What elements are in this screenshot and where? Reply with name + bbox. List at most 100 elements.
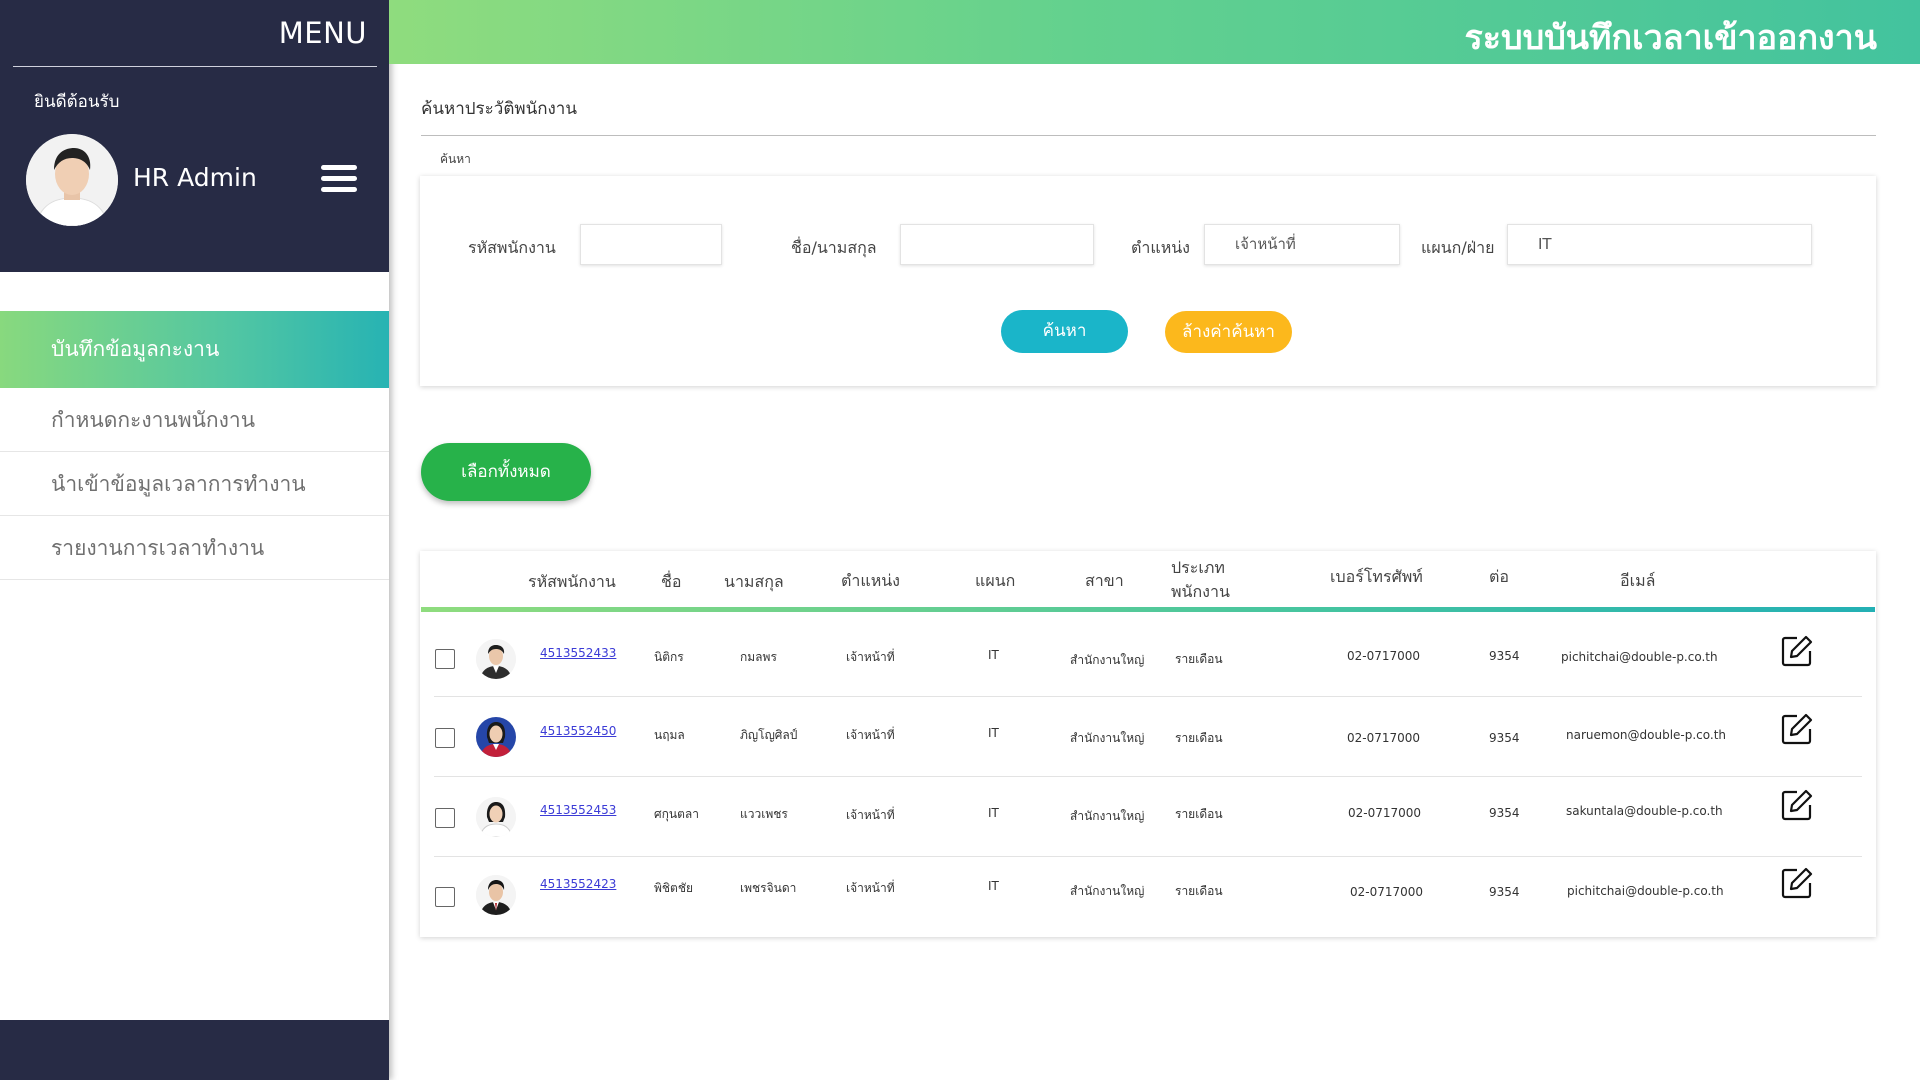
th-ext: ต่อ (1489, 567, 1509, 586)
app-title: ระบบบันทึกเวลาเข้าออกงาน (1464, 18, 1877, 58)
cell-position: เจ้าหน้าที่ (846, 728, 895, 742)
th-type-line1: ประเภท (1171, 558, 1225, 577)
th-position: ตำแหน่ง (841, 571, 900, 590)
cell-position: เจ้าหน้าที่ (846, 650, 895, 664)
cell-email: sakuntala@double-p.co.th (1566, 804, 1723, 818)
table-row: 4513552450 นฤมล ภิญโญศิลป์ เจ้าหน้าที่ I… (420, 697, 1876, 777)
man-icon (476, 875, 516, 915)
employee-code-input[interactable] (580, 224, 722, 265)
table-row: 4513552423 พิชิตชัย เพชรจินดา เจ้าหน้าที… (420, 857, 1876, 937)
woman-icon (476, 717, 516, 757)
row-checkbox[interactable] (435, 808, 455, 828)
select-all-button[interactable]: เลือกทั้งหมด (421, 443, 591, 501)
search-panel: รหัสพนักงาน ชื่อ/นามสกุล ตำแหน่ง เจ้าหน้… (420, 176, 1876, 386)
cell-branch: สำนักงานใหญ่ (1070, 809, 1145, 823)
welcome-text: ยินดีต้อนรับ (34, 92, 120, 112)
hamburger-menu-icon[interactable] (321, 165, 357, 193)
employee-code-link[interactable]: 4513552433 (540, 646, 616, 660)
cell-phone: 02-0717000 (1348, 806, 1422, 820)
sidebar-nav: บันทึกข้อมูลกะงาน กำหนดกะงานพนักงาน นำเข… (0, 311, 389, 580)
cell-email: pichitchai@double-p.co.th (1561, 650, 1718, 664)
department-input[interactable]: IT (1507, 224, 1812, 265)
cell-last-name: แววเพชร (740, 807, 788, 821)
edit-icon[interactable] (1780, 712, 1814, 746)
cell-type: รายเดือน (1175, 652, 1223, 666)
table-header: รหัสพนักงาน ชื่อ นามสกุล ตำแหน่ง แผนก สา… (420, 551, 1876, 607)
woman-icon (476, 797, 516, 837)
clear-search-button[interactable]: ล้างค่าค้นหา (1165, 311, 1292, 353)
employee-table: รหัสพนักงาน ชื่อ นามสกุล ตำแหน่ง แผนก สา… (420, 551, 1876, 937)
cell-branch: สำนักงานใหญ่ (1070, 653, 1145, 667)
menu-title: MENU (278, 16, 367, 50)
th-code: รหัสพนักงาน (528, 572, 616, 591)
sidebar-item-assign-shift[interactable]: กำหนดกะงานพนักงาน (0, 388, 389, 452)
row-checkbox[interactable] (435, 728, 455, 748)
cell-department: IT (988, 726, 999, 740)
cell-department: IT (988, 806, 999, 820)
sidebar-item-time-report[interactable]: รายงานการเวลาทำงาน (0, 516, 389, 580)
table-row: 4513552433 นิติกร กมลพร เจ้าหน้าที่ IT ส… (420, 617, 1876, 697)
employee-code-label: รหัสพนักงาน (468, 238, 556, 257)
name-input[interactable] (900, 224, 1094, 265)
title-divider (421, 135, 1876, 136)
sidebar-profile-panel: MENU ยินดีต้อนรับ HR Admin (0, 0, 389, 272)
cell-first-name: ศกุนตลา (654, 807, 699, 821)
search-button[interactable]: ค้นหา (1001, 310, 1128, 353)
page-title: ค้นหาประวัติพนักงาน (421, 99, 577, 119)
th-department: แผนก (975, 571, 1016, 590)
cell-email: pichitchai@double-p.co.th (1567, 884, 1724, 898)
cell-phone: 02-0717000 (1347, 731, 1421, 745)
name-label: ชื่อ/นามสกุล (791, 238, 877, 257)
cell-type: รายเดือน (1175, 731, 1223, 745)
edit-icon[interactable] (1780, 634, 1814, 668)
cell-type: รายเดือน (1175, 807, 1223, 821)
employee-code-link[interactable]: 4513552423 (540, 877, 616, 891)
edit-icon[interactable] (1780, 788, 1814, 822)
sidebar-item-import-time[interactable]: นำเข้าข้อมูลเวลาการทำงาน (0, 452, 389, 516)
man-icon (476, 639, 516, 679)
sidebar: MENU ยินดีต้อนรับ HR Admin บันทึกข้อมูลก… (0, 0, 389, 1080)
sidebar-item-shift-record[interactable]: บันทึกข้อมูลกะงาน (0, 311, 389, 388)
cell-ext: 9354 (1489, 649, 1520, 663)
employee-code-link[interactable]: 4513552453 (540, 803, 616, 817)
row-checkbox[interactable] (435, 887, 455, 907)
user-name: HR Admin (133, 163, 257, 192)
cell-phone: 02-0717000 (1350, 885, 1424, 899)
cell-last-name: กมลพร (740, 650, 777, 664)
position-label: ตำแหน่ง (1131, 238, 1190, 257)
position-input[interactable]: เจ้าหน้าที่ (1204, 224, 1400, 265)
edit-icon[interactable] (1780, 866, 1814, 900)
sidebar-footer (0, 1020, 389, 1080)
cell-phone: 02-0717000 (1347, 649, 1421, 663)
cell-position: เจ้าหน้าที่ (846, 808, 895, 822)
th-phone: เบอร์โทรศัพท์ (1330, 567, 1423, 586)
cell-email: naruemon@double-p.co.th (1566, 728, 1727, 742)
menu-divider (13, 66, 377, 67)
th-first-name: ชื่อ (661, 572, 682, 591)
cell-last-name: ภิญโญศิลป์ (740, 728, 798, 742)
top-header: ระบบบันทึกเวลาเข้าออกงาน (389, 0, 1920, 64)
cell-department: IT (988, 879, 999, 893)
cell-branch: สำนักงานใหญ่ (1070, 884, 1145, 898)
avatar (26, 134, 118, 226)
employee-code-link[interactable]: 4513552450 (540, 724, 616, 738)
row-checkbox[interactable] (435, 649, 455, 669)
th-branch: สาขา (1085, 571, 1124, 590)
search-caption: ค้นหา (440, 152, 471, 166)
cell-first-name: นฤมล (654, 728, 685, 742)
cell-position: เจ้าหน้าที่ (846, 881, 895, 895)
cell-last-name: เพชรจินดา (740, 881, 797, 895)
th-type-line2: พนักงาน (1171, 582, 1230, 601)
th-last-name: นามสกุล (724, 572, 784, 591)
table-header-underline (421, 607, 1875, 612)
cell-first-name: พิชิตชัย (654, 881, 694, 895)
th-email: อีเมล์ (1620, 571, 1656, 590)
cell-department: IT (988, 648, 999, 662)
cell-ext: 9354 (1489, 806, 1520, 820)
department-label: แผนก/ฝ่าย (1421, 238, 1495, 257)
table-row: 4513552453 ศกุนตลา แววเพชร เจ้าหน้าที่ I… (420, 777, 1876, 857)
cell-ext: 9354 (1489, 885, 1520, 899)
cell-ext: 9354 (1489, 731, 1520, 745)
cell-first-name: นิติกร (654, 650, 684, 664)
cell-type: รายเดือน (1175, 884, 1223, 898)
